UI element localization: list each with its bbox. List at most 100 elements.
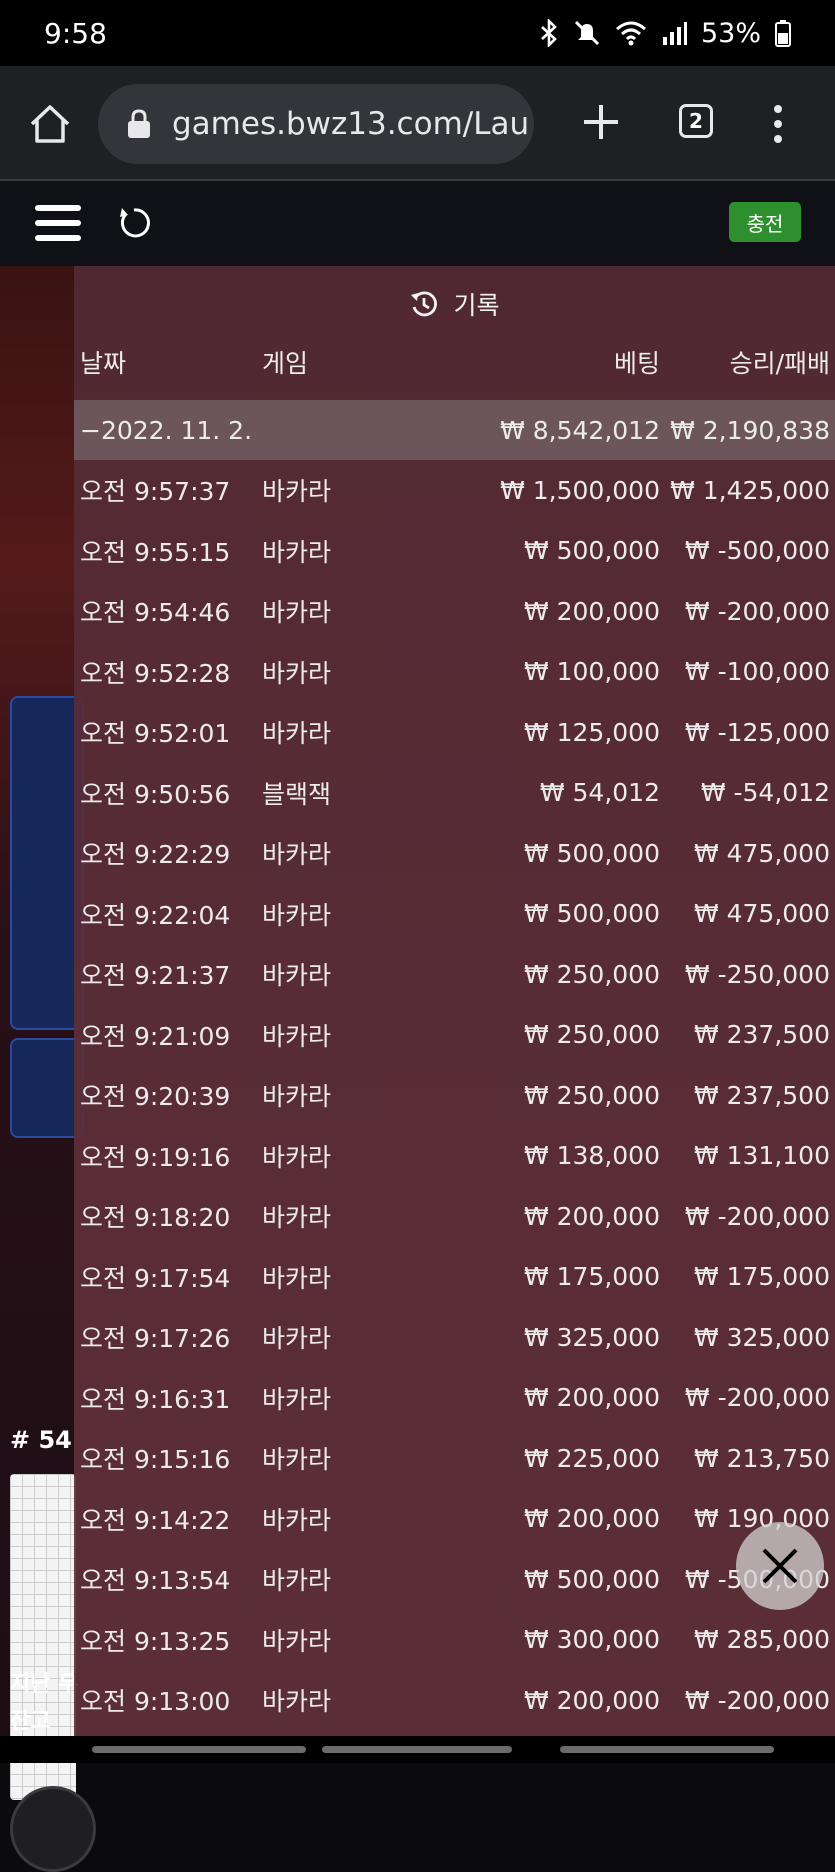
row-game: 바카라 — [262, 1082, 332, 1111]
status-time: 9:58 — [44, 16, 107, 50]
day-date: −2022. 11. 2. — [80, 415, 253, 445]
history-icon — [411, 291, 438, 317]
row-result: ₩ 213,750 — [693, 1443, 830, 1473]
balance-label: 잔고 — [10, 1709, 51, 1734]
history-day-row[interactable]: −2022. 11. 2. ₩ 8,542,012 ₩ 2,190,838 — [74, 400, 835, 460]
history-row[interactable]: 오전 9:55:15 바카라 ₩ 500,000 ₩ -500,000 — [74, 521, 835, 581]
row-game: 바카라 — [262, 1324, 332, 1353]
column-date: 날짜 — [80, 349, 127, 378]
row-result: ₩ 237,500 — [693, 1080, 830, 1110]
nav-recent[interactable] — [92, 1746, 306, 1753]
row-bet: ₩ 250,000 — [523, 959, 660, 989]
history-row[interactable]: 오전 9:13:54바카라₩ 500,000₩ -500,000 — [74, 1549, 835, 1609]
refresh-icon[interactable] — [116, 205, 152, 241]
new-tab-icon[interactable] — [581, 102, 621, 142]
row-time: 오전 9:13:25 — [80, 1626, 231, 1656]
row-result: ₩ 475,000 — [693, 838, 830, 868]
row-game: 바카라 — [262, 900, 332, 930]
history-row[interactable]: 오전 9:18:20 바카라 ₩ 200,000 ₩ -200,000 — [74, 1186, 835, 1246]
row-result: ₩ 131,100 — [693, 1141, 830, 1170]
history-row[interactable]: 오전 9:17:26 바카라 ₩ 325,000 ₩ 325,000 — [74, 1307, 835, 1367]
hamburger-menu-icon[interactable] — [35, 203, 81, 243]
charge-button[interactable]: 충전 — [729, 202, 801, 242]
history-row[interactable]: 오전 9:21:37 바카라 ₩ 250,000 ₩ -250,000 — [74, 944, 835, 1004]
nav-home[interactable] — [322, 1746, 512, 1753]
lock-icon — [128, 109, 150, 138]
row-time: 오전 9:13:00 — [80, 1687, 231, 1716]
round-number: # 54 — [10, 1426, 72, 1454]
row-bet: ₩ 100,000 — [523, 657, 660, 686]
row-result: ₩ 285,000 — [693, 1625, 830, 1654]
history-row[interactable]: 오전 9:14:22 바카라 ₩ 200,000 ₩ 190,000 — [74, 1489, 835, 1549]
nav-back[interactable] — [560, 1746, 774, 1753]
history-row[interactable]: 오전 9:15:16 바카라 ₩ 225,000 ₩ 213,750 — [74, 1428, 835, 1488]
history-row[interactable]: 오전 9:22:04 바카라 ₩ 500,000 ₩ 475,000 — [74, 884, 835, 944]
history-row[interactable]: 오전 9:17:54 바카라 ₩ 175,000 ₩ 175,000 — [74, 1247, 835, 1307]
row-game: 바카라 — [262, 719, 332, 748]
row-time: 오전 9:52:01 — [80, 719, 231, 748]
row-time: 오전 9:57:37 — [80, 477, 231, 506]
row-game: 바카라 — [262, 658, 332, 688]
row-bet: ₩ 200,000 — [523, 1685, 660, 1715]
row-bet: ₩ 500,000 — [523, 899, 660, 928]
row-bet: ₩ 500,000 — [523, 838, 660, 868]
row-game: 바카라 — [262, 1021, 332, 1051]
more-options-icon[interactable] — [768, 102, 788, 146]
wifi-icon — [616, 21, 646, 46]
row-result: ₩ -200,000 — [684, 1685, 830, 1715]
row-game: 바카라 — [262, 1142, 332, 1172]
history-row[interactable]: 오전 9:20:39 바카라 ₩ 250,000 ₩ 237,500 — [74, 1065, 835, 1125]
history-row[interactable]: 오전 9:21:09 바카라 ₩ 250,000 ₩ 237,500 — [74, 1005, 835, 1065]
day-bet-total: ₩ 8,542,012 — [500, 415, 660, 445]
history-row[interactable]: 오전 9:13:25 바카라 ₩ 300,000 ₩ 285,000 — [74, 1610, 835, 1670]
row-result: ₩ -200,000 — [684, 596, 830, 626]
history-row[interactable]: 오전 9:50:56 블랙잭 ₩ 54,012 ₩ -54,012 — [74, 763, 835, 823]
row-bet: ₩ 250,000 — [523, 1080, 660, 1110]
row-game: 바카라 — [262, 477, 332, 506]
row-time: 오전 9:20:39 — [80, 1082, 231, 1111]
history-row[interactable]: 오전 9:57:37 바카라 ₩ 1,500,000 ₩ 1,425,000 — [74, 460, 835, 520]
row-result: ₩ 325,000 — [693, 1322, 830, 1352]
row-time: 오전 9:14:22 — [80, 1505, 231, 1535]
row-game: 바카라 — [262, 537, 332, 567]
row-bet: ₩ 325,000 — [523, 1322, 660, 1352]
history-row[interactable]: 오전 9:54:46 바카라 ₩ 200,000 ₩ -200,000 — [74, 581, 835, 641]
row-time: 오전 9:22:04 — [80, 900, 231, 930]
history-row[interactable]: 오전 9:22:29 바카라 ₩ 500,000 ₩ 475,000 — [74, 823, 835, 883]
row-bet: ₩ 225,000 — [523, 1443, 660, 1473]
row-time: 오전 9:17:26 — [80, 1324, 231, 1353]
home-icon[interactable] — [28, 102, 72, 146]
history-row[interactable]: 오전 9:16:31 바카라 ₩ 200,000 ₩ -200,000 — [74, 1368, 835, 1428]
row-result: ₩ -200,000 — [684, 1383, 830, 1412]
history-row[interactable]: 오전 9:13:00 바카라 ₩ 200,000 ₩ -200,000 — [74, 1670, 835, 1730]
row-time: 오전 9:52:28 — [80, 658, 231, 688]
row-bet: ₩ 250,000 — [523, 1020, 660, 1049]
row-game: 바카라 — [262, 1566, 332, 1595]
row-game: 바카라 — [262, 1384, 332, 1414]
history-row[interactable]: 오전 9:52:01 바카라 ₩ 125,000 ₩ -125,000 — [74, 702, 835, 762]
row-time: 오전 9:50:56 — [80, 779, 231, 809]
row-result: ₩ 175,000 — [693, 1262, 830, 1291]
row-result: ₩ -200,000 — [684, 1201, 830, 1231]
history-row[interactable]: 오전 9:19:16 바카라 ₩ 138,000 ₩ 131,100 — [74, 1126, 835, 1186]
row-bet: ₩ 200,000 — [523, 596, 660, 626]
row-time: 오전 9:22:29 — [80, 840, 231, 869]
last-win-label: 지난 우 — [10, 1672, 79, 1697]
close-button[interactable] — [736, 1522, 824, 1610]
bet-panel-secondary — [10, 1038, 84, 1138]
row-bet: ₩ 200,000 — [523, 1201, 660, 1231]
history-row[interactable]: 오전 9:52:28 바카라 ₩ 100,000 ₩ -100,000 — [74, 642, 835, 702]
battery-icon — [775, 20, 791, 47]
chip-button[interactable] — [10, 1786, 96, 1872]
row-bet: ₩ 175,000 — [523, 1262, 660, 1291]
address-bar[interactable]: games.bwz13.com/Lau — [98, 84, 534, 164]
row-bet: ₩ 125,000 — [523, 717, 660, 747]
url-text: games.bwz13.com/Lau — [172, 106, 530, 142]
tab-switcher-button[interactable]: 2 — [679, 104, 713, 138]
row-time: 오전 9:55:15 — [80, 537, 231, 567]
row-game: 바카라 — [262, 1203, 332, 1232]
row-bet: ₩ 300,000 — [523, 1625, 660, 1654]
column-result: 승리/패배 — [729, 349, 830, 378]
row-time: 오전 9:19:16 — [80, 1142, 231, 1172]
row-bet: ₩ 500,000 — [523, 536, 660, 565]
